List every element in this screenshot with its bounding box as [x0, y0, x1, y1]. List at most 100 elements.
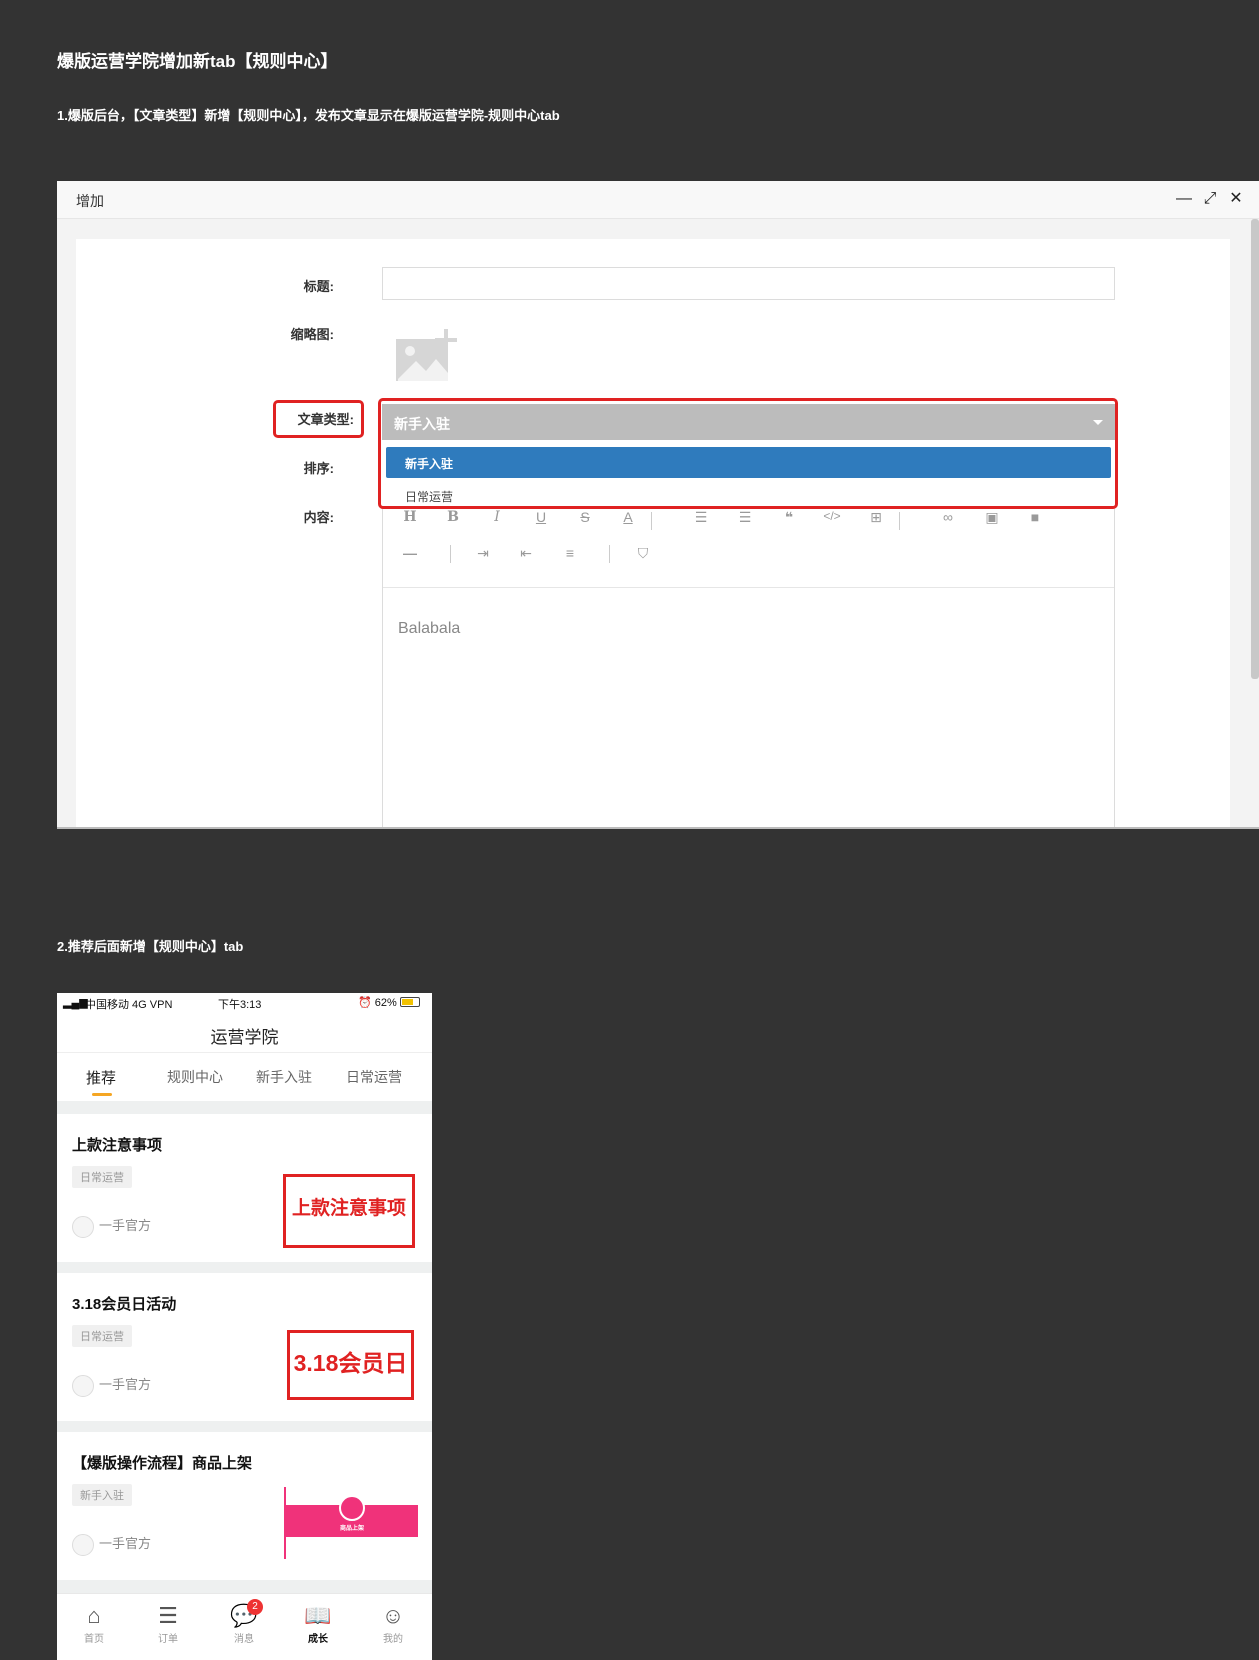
battery-icon: [400, 997, 420, 1007]
bold-icon[interactable]: B: [441, 509, 465, 525]
thumbnail-logo: [339, 1495, 365, 1521]
mobile-screen: ▂▄▆ 中国移动 4G VPN 下午3:13 ⏰ 62% 运营学院 推荐 规则中…: [57, 993, 432, 1660]
tabbar-label: 首页: [84, 1634, 104, 1645]
close-icon[interactable]: ✕: [1226, 189, 1246, 209]
link-icon[interactable]: ∞: [936, 509, 960, 525]
doc-note-2: 2.推荐后面新增【规则中心】tab: [57, 939, 244, 954]
table-icon[interactable]: ⊞: [864, 509, 888, 526]
doc-title: 爆版运营学院增加新tab【规则中心】: [57, 52, 338, 71]
content-editor[interactable]: H B I U S A ☰ ☰ ❝ </> ⊞ ∞ ▣ ■ — ⇥ ⇤ ≡ ⛉ …: [382, 503, 1115, 827]
dialog-title: 增加: [76, 193, 104, 209]
outdent-icon[interactable]: ⇤: [514, 545, 538, 562]
dialog-titlebar: 增加 — ⤢ ✕: [57, 181, 1259, 219]
carrier-text: 中国移动 4G VPN: [85, 999, 173, 1011]
add-dialog: 增加 — ⤢ ✕ 标题: 缩略图: 文章类型: 排序: 内容: H B I U …: [57, 181, 1259, 829]
article-author: 一手官方: [72, 1374, 151, 1397]
html5-icon[interactable]: ⛉: [631, 545, 655, 562]
toolbar-separator: [609, 545, 610, 563]
tab-recommend[interactable]: 推荐: [86, 1067, 116, 1088]
indent-icon[interactable]: ⇥: [471, 545, 495, 562]
battery-text: ⏰ 62%: [358, 997, 397, 1009]
editor-divider: [383, 587, 1114, 588]
tab-rules-center[interactable]: 规则中心: [167, 1067, 223, 1087]
article-author: 一手官方: [72, 1533, 151, 1556]
article-title: 【爆版操作流程】商品上架: [72, 1455, 253, 1472]
author-name: 一手官方: [99, 1218, 152, 1233]
italic-icon[interactable]: I: [485, 509, 509, 525]
ordered-list-icon[interactable]: ☰: [689, 509, 713, 526]
tabbar-item-orders[interactable]: ☰ 订单: [143, 1603, 193, 1646]
status-bar: ▂▄▆ 中国移动 4G VPN 下午3:13 ⏰ 62%: [57, 993, 432, 1013]
avatar: [72, 1533, 94, 1556]
toolbar-separator: [450, 545, 451, 563]
title-label: 标题:: [303, 279, 334, 294]
image-icon[interactable]: ▣: [980, 509, 1004, 526]
dialog-scrollbar[interactable]: [1251, 219, 1259, 679]
tabbar-label: 消息: [234, 1634, 254, 1645]
tabbar-item-messages[interactable]: 💬 2 消息: [219, 1599, 269, 1645]
article-tag: 日常运营: [72, 1166, 132, 1188]
tabbar-item-home[interactable]: ⌂ 首页: [69, 1603, 119, 1646]
tab-daily-ops[interactable]: 日常运营: [346, 1067, 402, 1087]
title-input[interactable]: [382, 267, 1115, 300]
category-tabs: 推荐 规则中心 新手入驻 日常运营: [57, 1053, 432, 1101]
order-icon: ☰: [158, 1603, 178, 1628]
video-icon[interactable]: ■: [1023, 509, 1047, 525]
article-title: 上款注意事项: [72, 1137, 163, 1154]
author-name: 一手官方: [99, 1536, 152, 1551]
horizontal-rule-icon[interactable]: —: [398, 545, 422, 561]
code-icon[interactable]: </>: [820, 509, 844, 523]
article-thumbnail: 3.18会员日: [287, 1330, 414, 1400]
tab-newcomer[interactable]: 新手入驻: [256, 1067, 312, 1087]
article-card[interactable]: 上款注意事项 日常运营 一手官方 上款注意事项: [57, 1114, 432, 1262]
article-form: 标题: 缩略图: 文章类型: 排序: 内容: H B I U S A ☰ ☰ ❝…: [76, 239, 1230, 827]
tabbar-label: 成长: [308, 1634, 328, 1645]
unread-badge: 2: [247, 1599, 263, 1615]
editor-toolbar-row-1: H B I U S A ☰ ☰ ❝ </> ⊞ ∞ ▣ ■: [383, 509, 1114, 539]
doc-note-1: 1.爆版后台，【文章类型】新增【规则中心】，发布文章显示在爆版运营学院-规则中心…: [57, 108, 560, 123]
bullet-list-icon[interactable]: ☰: [733, 509, 757, 526]
type-label: 文章类型:: [297, 412, 354, 427]
toolbar-separator: [899, 512, 900, 530]
strikethrough-icon[interactable]: S: [573, 509, 597, 525]
maximize-icon[interactable]: ⤢: [1200, 189, 1220, 209]
toolbar-separator: [651, 512, 652, 530]
home-icon: ⌂: [87, 1603, 101, 1628]
tabbar-item-growth[interactable]: 📖 成长: [293, 1603, 343, 1646]
underline-icon[interactable]: U: [529, 509, 553, 525]
thumbnail-notch: [342, 1537, 364, 1548]
quote-icon[interactable]: ❝: [777, 509, 801, 526]
thumb-label: 缩略图:: [290, 327, 334, 342]
content-label: 内容:: [303, 510, 334, 525]
article-tag: 日常运营: [72, 1325, 132, 1347]
align-left-icon[interactable]: ≡: [558, 545, 582, 561]
editor-content[interactable]: Balabala: [398, 620, 460, 638]
profile-icon: ☺: [381, 1603, 405, 1628]
signal-icon: ▂▄▆: [63, 997, 88, 1009]
active-tab-indicator: [92, 1093, 112, 1096]
heading-icon[interactable]: H: [398, 509, 422, 525]
add-image-icon[interactable]: [394, 327, 460, 385]
author-name: 一手官方: [99, 1377, 152, 1392]
avatar: [72, 1215, 94, 1238]
article-tag: 新手入驻: [72, 1484, 132, 1506]
article-card[interactable]: 3.18会员日活动 日常运营 一手官方 3.18会员日: [57, 1273, 432, 1421]
book-icon: 📖: [304, 1603, 332, 1628]
font-color-icon[interactable]: A: [616, 509, 640, 525]
article-thumbnail: 上款注意事项: [283, 1174, 415, 1248]
minimize-icon[interactable]: —: [1174, 189, 1194, 209]
sort-label: 排序:: [303, 461, 334, 476]
tabbar-item-profile[interactable]: ☺ 我的: [368, 1603, 418, 1646]
page-title: 运营学院: [57, 1013, 432, 1053]
tabbar-label: 订单: [158, 1634, 178, 1645]
type-dropdown-highlight: [378, 398, 1118, 509]
article-title: 3.18会员日活动: [72, 1296, 177, 1313]
article-thumbnail: 商品上架: [284, 1487, 418, 1559]
status-time: 下午3:13: [218, 999, 262, 1011]
bottom-tabbar: ⌂ 首页 ☰ 订单 💬 2 消息 📖 成长 ☺ 我的: [57, 1593, 432, 1660]
editor-toolbar-row-2: — ⇥ ⇤ ≡ ⛉: [383, 545, 1114, 575]
tabbar-label: 我的: [383, 1634, 403, 1645]
thumbnail-caption: 商品上架: [339, 1526, 364, 1532]
article-card[interactable]: 【爆版操作流程】商品上架 新手入驻 一手官方 商品上架: [57, 1432, 432, 1580]
avatar: [72, 1374, 94, 1397]
